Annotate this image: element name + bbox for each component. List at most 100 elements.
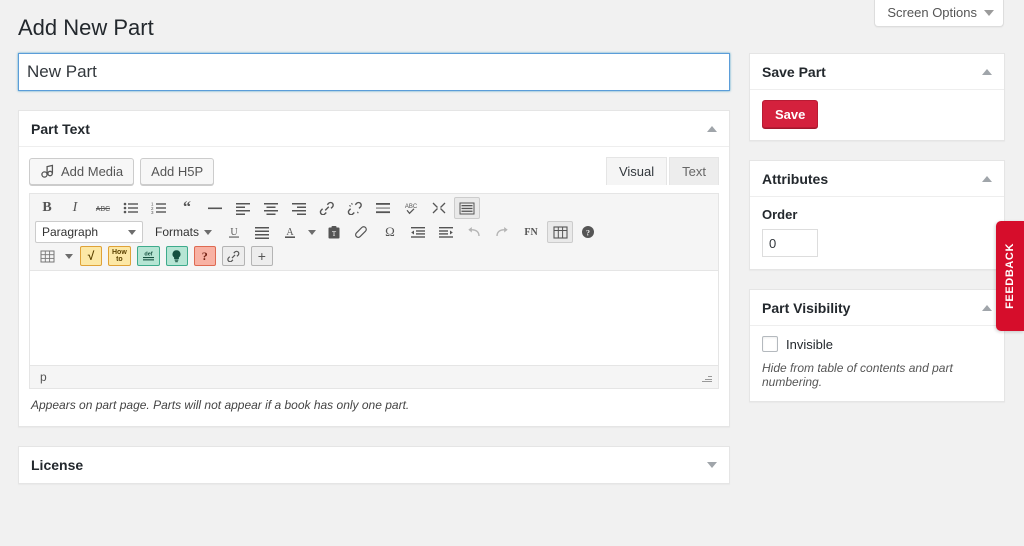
editor-content-area[interactable] [30, 271, 718, 366]
fullscreen-icon[interactable] [426, 197, 452, 219]
definition-textbox-icon[interactable]: def [136, 246, 160, 266]
remove-link-icon[interactable] [342, 197, 368, 219]
table-options-chevron-icon[interactable] [62, 245, 76, 267]
tab-text[interactable]: Text [669, 157, 719, 185]
add-media-button[interactable]: Add Media [29, 158, 135, 185]
invisible-label: Invisible [786, 336, 833, 352]
italic-icon[interactable]: I [62, 197, 88, 219]
chevron-down-icon [308, 229, 317, 235]
chevron-up-icon[interactable] [982, 175, 992, 182]
blockquote-icon[interactable]: “ [174, 197, 200, 219]
align-left-icon[interactable] [230, 197, 256, 219]
svg-text:U: U [230, 227, 238, 238]
save-button[interactable]: Save [762, 100, 819, 128]
bulleted-list-icon[interactable] [118, 197, 144, 219]
toolbar-row-3: √ How to def ? + [33, 244, 715, 268]
table-dropdown-icon[interactable] [34, 245, 60, 267]
how-to-textbox-icon[interactable]: How to [108, 246, 131, 266]
attributes-panel-body: Order [750, 197, 1004, 269]
increase-indent-icon[interactable] [433, 221, 459, 243]
part-visibility-panel-header[interactable]: Part Visibility [750, 290, 1004, 326]
post-title-input[interactable] [18, 53, 730, 91]
part-visibility-panel-body: Invisible Hide from table of contents an… [750, 326, 1004, 401]
media-icon [40, 164, 55, 179]
part-visibility-panel-title: Part Visibility [762, 299, 851, 316]
screen-options-label: Screen Options [887, 5, 977, 20]
main-column: Part Text Add Media [18, 53, 730, 484]
numbered-list-icon[interactable]: 123 [146, 197, 172, 219]
underline-icon[interactable]: U [221, 221, 247, 243]
spellcheck-icon[interactable]: ABC [398, 197, 424, 219]
add-textbox-icon[interactable]: + [250, 246, 273, 266]
justify-icon[interactable] [249, 221, 275, 243]
read-more-icon[interactable] [370, 197, 396, 219]
svg-text:A: A [286, 227, 294, 238]
table-icon[interactable] [547, 221, 574, 243]
chevron-up-icon[interactable] [982, 68, 992, 75]
formats-dropdown-label: Formats [155, 225, 200, 239]
invisible-checkbox[interactable] [762, 336, 778, 352]
clear-formatting-icon[interactable] [349, 221, 375, 243]
screen-options-button[interactable]: Screen Options [887, 5, 994, 20]
align-right-icon[interactable] [286, 197, 312, 219]
horizontal-rule-icon[interactable] [202, 197, 228, 219]
paragraph-format-label: Paragraph [42, 225, 99, 239]
editor-statusbar: p [30, 366, 718, 388]
screen-options-container: Screen Options [874, 0, 1004, 27]
chevron-down-icon[interactable] [707, 462, 717, 468]
license-panel: License [18, 446, 730, 484]
keyboard-shortcuts-icon[interactable]: ? [575, 221, 601, 243]
attributes-panel-title: Attributes [762, 170, 829, 187]
undo-icon[interactable] [461, 221, 487, 243]
toolbar-row-2: Paragraph Formats U A T Ω FN ? [33, 220, 715, 244]
footnote-icon[interactable]: FN [517, 221, 545, 243]
special-character-icon[interactable]: Ω [377, 221, 403, 243]
part-text-panel: Part Text Add Media Add H5P Visual Text … [18, 110, 730, 427]
formats-dropdown[interactable]: Formats [149, 221, 218, 243]
toolbar-row-1: B I ABC 123 “ ABC [33, 196, 715, 220]
paste-as-text-icon[interactable]: T [321, 221, 347, 243]
invisible-checkbox-row: Invisible [762, 336, 992, 352]
resize-grip-icon[interactable] [702, 372, 712, 382]
chevron-down-icon [128, 229, 136, 235]
add-h5p-button[interactable]: Add H5P [140, 158, 215, 185]
attributes-panel: Attributes Order [749, 160, 1005, 270]
text-color-icon[interactable]: A [277, 221, 303, 243]
strikethrough-icon[interactable]: ABC [90, 197, 116, 219]
align-center-icon[interactable] [258, 197, 284, 219]
editor-element-path: p [40, 370, 47, 384]
tinymce-editor: B I ABC 123 “ ABC Paragraph Formats U A … [29, 193, 719, 389]
editor-media-row: Add Media Add H5P Visual Text [19, 147, 729, 185]
decrease-indent-icon[interactable] [405, 221, 431, 243]
save-part-panel-title: Save Part [762, 63, 826, 80]
paragraph-format-select[interactable]: Paragraph [35, 221, 143, 243]
feedback-tab-label: FEEDBACK [1004, 243, 1016, 309]
toolbar-toggle-icon[interactable] [454, 197, 480, 219]
bold-icon[interactable]: B [34, 197, 60, 219]
part-text-panel-header[interactable]: Part Text [19, 111, 729, 147]
redo-icon[interactable] [489, 221, 515, 243]
math-textbox-icon[interactable]: √ [80, 246, 102, 266]
tab-visual[interactable]: Visual [605, 157, 668, 185]
media-buttons-group: Add Media Add H5P [29, 158, 215, 185]
sidebar-column: Save Part Save Attributes Order Part Vis… [749, 53, 1005, 421]
license-panel-header[interactable]: License [19, 447, 729, 483]
save-part-panel-body: Save [750, 90, 1004, 140]
text-color-dropdown-icon[interactable] [305, 221, 319, 243]
svg-text:ABC: ABC [96, 206, 110, 213]
exercise-textbox-icon[interactable]: ? [193, 246, 216, 266]
add-media-label: Add Media [61, 164, 124, 179]
attributes-panel-header[interactable]: Attributes [750, 161, 1004, 197]
editor-toolbar: B I ABC 123 “ ABC Paragraph Formats U A … [30, 194, 718, 271]
key-takeaways-textbox-icon[interactable] [165, 246, 188, 266]
insert-link-icon[interactable] [314, 197, 340, 219]
svg-text:?: ? [586, 228, 590, 237]
save-part-panel-header[interactable]: Save Part [750, 54, 1004, 90]
part-text-panel-title: Part Text [31, 120, 90, 137]
order-input[interactable] [762, 229, 818, 257]
chevron-up-icon[interactable] [982, 304, 992, 311]
chevron-up-icon[interactable] [707, 125, 717, 132]
anchor-link-icon[interactable] [221, 246, 245, 266]
feedback-tab[interactable]: FEEDBACK [996, 221, 1024, 331]
page-title: Add New Part [18, 15, 154, 40]
